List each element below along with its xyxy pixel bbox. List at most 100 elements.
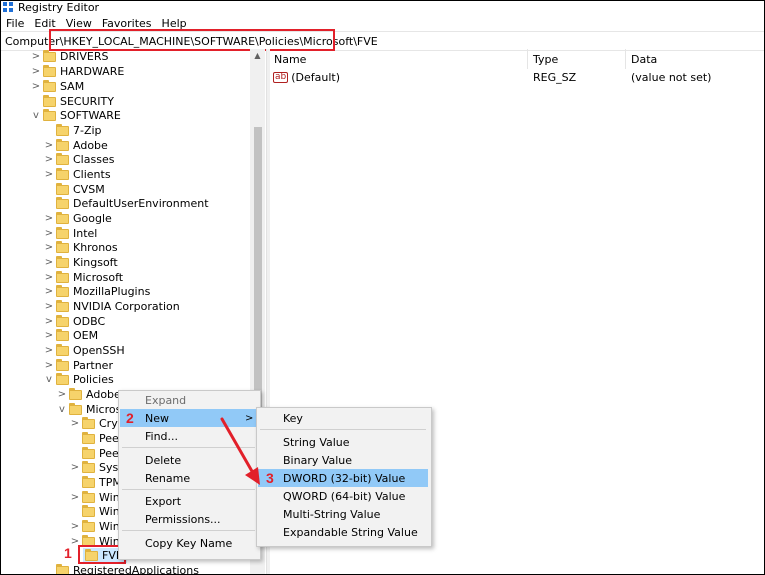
tree-item[interactable]: > Win bbox=[70, 519, 120, 534]
submenu-item-key[interactable]: Key bbox=[283, 409, 303, 427]
submenu-item-dword-value[interactable]: DWORD (32-bit) Value bbox=[258, 469, 428, 487]
chevron-right-icon[interactable]: > bbox=[57, 389, 67, 400]
tree-item[interactable]: CVSM bbox=[44, 182, 105, 197]
tree-item[interactable]: Win bbox=[70, 504, 120, 519]
scroll-up-arrow-icon[interactable]: ▲ bbox=[250, 49, 265, 63]
tree-item[interactable]: 7-Zip bbox=[44, 123, 102, 138]
menu-item-export[interactable]: Export bbox=[145, 492, 181, 510]
folder-icon bbox=[56, 299, 69, 312]
chevron-right-icon[interactable]: > bbox=[44, 228, 54, 239]
column-header-name[interactable]: Name bbox=[269, 49, 528, 69]
menu-view[interactable]: View bbox=[61, 17, 97, 30]
menu-separator bbox=[122, 530, 255, 531]
chevron-right-icon[interactable]: > bbox=[31, 51, 41, 62]
chevron-right-icon[interactable]: > bbox=[44, 257, 54, 268]
tree-item[interactable]: v SOFTWARE bbox=[31, 108, 121, 123]
folder-icon bbox=[82, 416, 95, 429]
submenu-item-string-value[interactable]: String Value bbox=[283, 433, 350, 451]
menu-help[interactable]: Help bbox=[157, 17, 192, 30]
chevron-right-icon[interactable]: > bbox=[44, 213, 54, 224]
tree-item[interactable]: Peer bbox=[70, 446, 123, 461]
chevron-right-icon[interactable]: > bbox=[44, 360, 54, 371]
chevron-right-icon[interactable]: > bbox=[70, 492, 80, 503]
registry-editor-window: Registry Editor File Edit View Favorites… bbox=[0, 0, 765, 575]
folder-icon bbox=[56, 358, 69, 371]
tree-item[interactable]: DefaultUserEnvironment bbox=[44, 196, 209, 211]
chevron-right-icon[interactable]: > bbox=[44, 316, 54, 327]
chevron-down-icon[interactable]: v bbox=[44, 374, 54, 385]
value-row-name[interactable]: ab (Default) bbox=[273, 69, 528, 85]
folder-icon bbox=[56, 255, 69, 268]
tree-item[interactable]: > SAM bbox=[31, 79, 84, 94]
tree-item[interactable]: v Micros bbox=[57, 402, 121, 417]
chevron-right-icon[interactable]: > bbox=[70, 418, 80, 429]
chevron-right-icon[interactable]: > bbox=[44, 242, 54, 253]
submenu-item-binary-value[interactable]: Binary Value bbox=[283, 451, 352, 469]
chevron-right-icon[interactable]: > bbox=[70, 462, 80, 473]
chevron-down-icon[interactable]: v bbox=[31, 110, 41, 121]
menu-item-permissions[interactable]: Permissions... bbox=[145, 510, 221, 528]
chevron-right-icon[interactable]: > bbox=[31, 81, 41, 92]
submenu-item-expandable-string-value[interactable]: Expandable String Value bbox=[283, 523, 418, 541]
tree-item[interactable]: > HARDWARE bbox=[31, 64, 124, 79]
chevron-right-icon[interactable]: > bbox=[44, 286, 54, 297]
chevron-right-icon[interactable]: > bbox=[31, 66, 41, 77]
tree-item[interactable]: > Classes bbox=[44, 152, 114, 167]
menu-item-copy-key-name[interactable]: Copy Key Name bbox=[145, 534, 232, 552]
chevron-right-icon[interactable]: > bbox=[44, 330, 54, 341]
menu-item-new[interactable]: New > bbox=[120, 409, 257, 427]
chevron-right-icon[interactable]: > bbox=[44, 301, 54, 312]
column-header-data[interactable]: Data bbox=[626, 49, 764, 69]
menu-item-delete[interactable]: Delete bbox=[145, 451, 181, 469]
tree-item[interactable]: > OpenSSH bbox=[44, 343, 125, 358]
tree-item[interactable]: > Adobe bbox=[57, 387, 121, 402]
tree-item[interactable]: > Adobe bbox=[44, 138, 108, 153]
tree-item[interactable]: > Kingsoft bbox=[44, 255, 118, 270]
chevron-right-icon[interactable]: > bbox=[70, 521, 80, 532]
folder-icon bbox=[82, 475, 95, 488]
menu-item-find[interactable]: Find... bbox=[145, 427, 178, 445]
tree-item[interactable]: > ODBC bbox=[44, 314, 105, 329]
tree-item[interactable]: SECURITY bbox=[31, 94, 114, 109]
chevron-right-icon[interactable]: > bbox=[44, 345, 54, 356]
chevron-right-icon[interactable]: > bbox=[44, 272, 54, 283]
chevron-down-icon[interactable]: v bbox=[57, 404, 67, 415]
tree-item[interactable]: TPM bbox=[70, 475, 122, 490]
tree-item[interactable]: > Win bbox=[70, 490, 120, 505]
menu-item-rename[interactable]: Rename bbox=[145, 469, 190, 487]
column-header-type[interactable]: Type bbox=[528, 49, 626, 69]
menu-separator bbox=[122, 447, 255, 448]
folder-icon bbox=[56, 314, 69, 327]
tree-item[interactable]: > Khronos bbox=[44, 240, 118, 255]
menu-edit[interactable]: Edit bbox=[29, 17, 60, 30]
tree-item[interactable]: > Partner bbox=[44, 358, 113, 373]
registry-editor-icon bbox=[3, 2, 14, 13]
menu-item-expand[interactable]: Expand bbox=[145, 391, 186, 409]
tree-item[interactable]: > Cryp bbox=[70, 416, 125, 431]
menu-separator bbox=[260, 429, 426, 430]
value-row-data: (value not set) bbox=[631, 70, 712, 84]
tree-item[interactable]: Peer bbox=[70, 431, 123, 446]
menu-favorites[interactable]: Favorites bbox=[97, 17, 157, 30]
submenu-item-qword-value[interactable]: QWORD (64-bit) Value bbox=[283, 487, 405, 505]
tree-item[interactable]: > Syst bbox=[70, 460, 123, 475]
folder-icon bbox=[82, 490, 95, 503]
tree-item[interactable]: RegisteredApplications bbox=[44, 563, 199, 574]
tree-item[interactable]: > OEM bbox=[44, 328, 98, 343]
chevron-right-icon[interactable]: > bbox=[44, 169, 54, 180]
menu-file[interactable]: File bbox=[1, 17, 29, 30]
tree-item[interactable]: > Microsoft bbox=[44, 270, 123, 285]
tree-item[interactable]: > Intel bbox=[44, 226, 97, 241]
folder-icon bbox=[56, 182, 69, 195]
chevron-right-icon[interactable]: > bbox=[44, 140, 54, 151]
chevron-right-icon[interactable]: > bbox=[44, 154, 54, 165]
tree-item[interactable]: > NVIDIA Corporation bbox=[44, 299, 180, 314]
tree-item[interactable]: > DRIVERS bbox=[31, 49, 108, 64]
tree-item[interactable]: > Clients bbox=[44, 167, 111, 182]
folder-icon bbox=[56, 138, 69, 151]
submenu-item-multi-string-value[interactable]: Multi-String Value bbox=[283, 505, 380, 523]
tree-item[interactable]: > Google bbox=[44, 211, 112, 226]
tree-item[interactable]: > MozillaPlugins bbox=[44, 284, 150, 299]
tree-item[interactable]: v Policies bbox=[44, 372, 114, 387]
folder-icon bbox=[43, 49, 56, 62]
